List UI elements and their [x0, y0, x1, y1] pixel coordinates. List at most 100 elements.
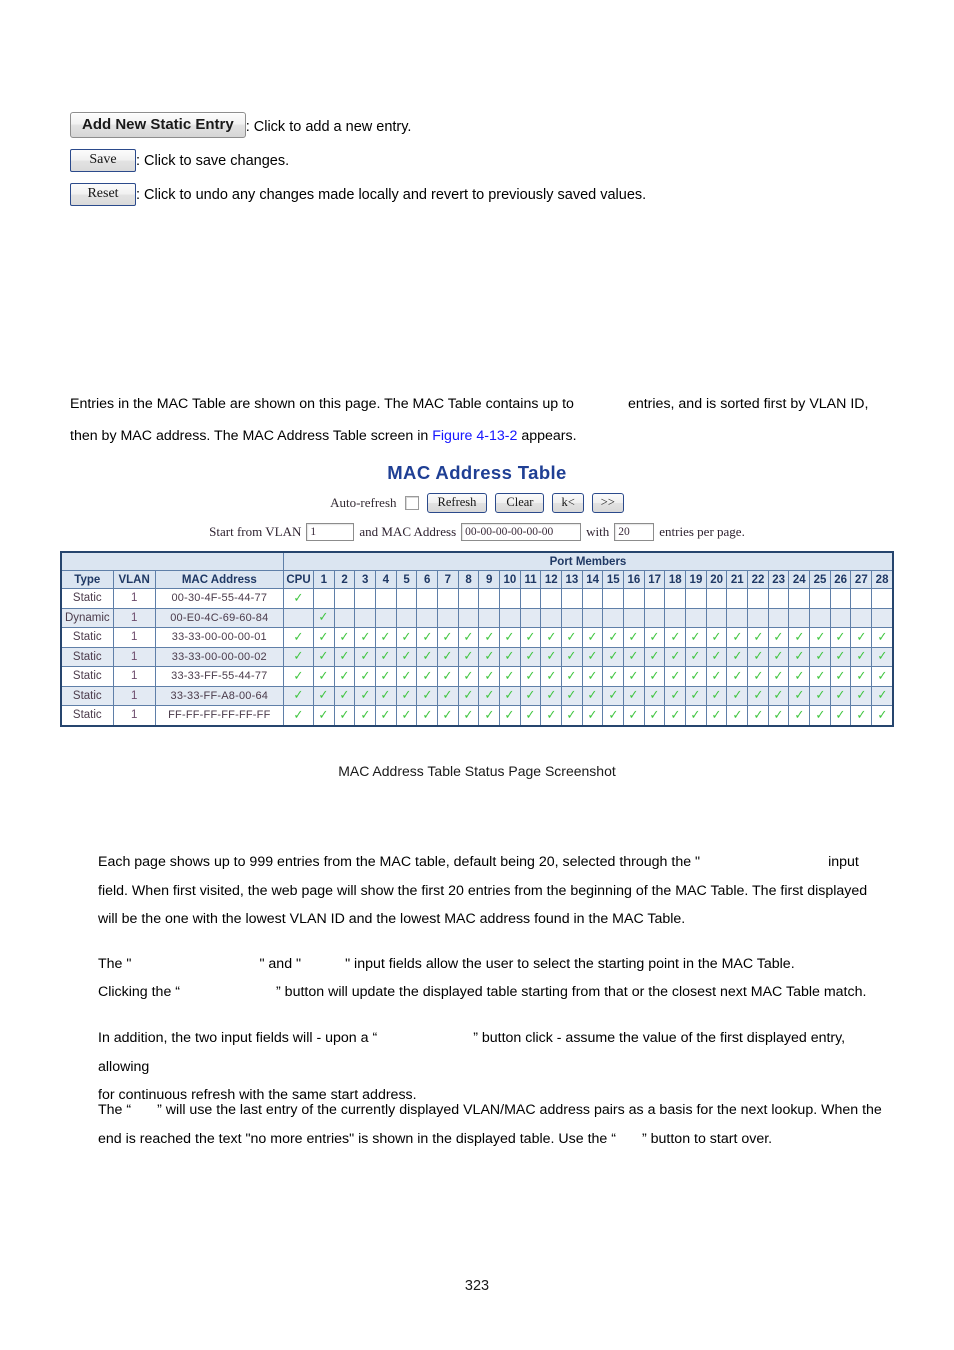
check-icon: ✓ [463, 707, 474, 723]
cell-port-23 [767, 607, 790, 628]
cell-mac-address: 00-30-4F-55-44-77 [154, 588, 284, 609]
check-icon: ✓ [339, 629, 350, 645]
check-icon: ✓ [339, 668, 350, 684]
cell-port-26 [829, 588, 852, 609]
check-icon: ✓ [339, 707, 350, 723]
column-header-port-1: 1 [313, 570, 335, 589]
check-icon: ✓ [835, 668, 846, 684]
cell-port-cpu: ✓ [282, 627, 315, 648]
mac-table-body: Static 1 00-30-4F-55-44-77 ✓ Dynamic 1 00-E0-4… [60, 588, 894, 726]
refresh-button[interactable]: Refresh [426, 493, 488, 513]
cell-port-24: ✓ [788, 705, 811, 726]
column-header-mac-address: MAC Address [154, 570, 284, 589]
cell-port-25 [809, 588, 831, 609]
cell-port-5: ✓ [395, 705, 418, 726]
cell-port-8: ✓ [457, 685, 480, 706]
cell-port-20: ✓ [705, 685, 728, 706]
p-the-text3: " input fields allow the user to select … [345, 956, 795, 972]
cell-port-1 [313, 588, 335, 609]
cell-mac-address: 00-E0-4C-69-60-84 [154, 607, 284, 628]
check-icon: ✓ [293, 590, 304, 606]
check-icon: ✓ [753, 688, 763, 704]
check-icon: ✓ [670, 649, 681, 665]
entries-per-page-input[interactable]: 20 [614, 523, 655, 541]
check-icon: ✓ [566, 707, 577, 723]
column-header-port-13: 13 [561, 570, 583, 589]
cell-port-14: ✓ [581, 705, 604, 726]
start-mac-address-input[interactable]: 00-00-00-00-00-00 [461, 523, 582, 541]
paragraph-the-will-use: The “ ” will use the last entry of the cu… [98, 1096, 888, 1153]
check-icon: ✓ [525, 688, 536, 704]
check-icon: ✓ [318, 688, 329, 704]
check-icon: ✓ [463, 629, 474, 645]
p-click-text2: ” button will update the displayed table… [276, 984, 867, 1000]
cell-mac-address: 33-33-00-00-00-02 [154, 646, 284, 667]
cell-port-16 [623, 607, 645, 628]
check-icon: ✓ [504, 649, 515, 665]
cell-port-26: ✓ [829, 705, 852, 726]
table-row: Static 1 FF-FF-FF-FF-FF-FF ✓ ✓ ✓ ✓ ✓ ✓ ✓ ✓ ✓ ✓ ✓ ✓ ✓ ✓ ✓ ✓… [60, 705, 894, 726]
column-header-port-11: 11 [519, 570, 542, 589]
page-number: 323 [464, 1278, 490, 1294]
check-icon: ✓ [442, 649, 453, 665]
cell-port-13: ✓ [561, 627, 583, 648]
column-header-port-25: 25 [809, 570, 831, 589]
cell-vlan: 1 [112, 627, 156, 648]
table-row: Static 1 33-33-FF-A8-00-64 ✓ ✓ ✓ ✓ ✓ ✓ ✓ ✓ ✓ ✓ ✓ ✓ ✓ ✓ ✓ ✓… [60, 685, 894, 706]
check-icon: ✓ [380, 649, 391, 665]
cell-port-11: ✓ [519, 627, 542, 648]
add-new-static-entry-button[interactable]: Add New Static Entry [70, 112, 246, 138]
save-button[interactable]: Save [70, 149, 136, 172]
cell-port-2: ✓ [333, 646, 356, 667]
column-header-port-26: 26 [829, 570, 852, 589]
check-icon: ✓ [442, 688, 453, 704]
check-icon: ✓ [794, 649, 805, 665]
cell-port-27: ✓ [850, 627, 873, 648]
cell-port-9 [478, 607, 501, 628]
check-icon: ✓ [318, 707, 329, 723]
cell-port-23: ✓ [767, 685, 790, 706]
clear-button[interactable]: Clear [495, 493, 545, 513]
cell-port-4: ✓ [375, 666, 397, 687]
check-icon: ✓ [711, 629, 722, 645]
cell-port-1: ✓ [313, 607, 335, 628]
cell-port-1: ✓ [313, 705, 335, 726]
cell-port-9 [478, 588, 501, 609]
cell-port-cpu: ✓ [282, 685, 315, 706]
figure-reference-link[interactable]: Figure 4-13-2 [432, 428, 517, 444]
cell-port-15 [602, 588, 625, 609]
table-row: Static 1 00-30-4F-55-44-77 ✓ [60, 588, 894, 609]
cell-port-24 [788, 607, 811, 628]
cell-port-12: ✓ [540, 627, 563, 648]
auto-refresh-checkbox[interactable] [404, 496, 419, 510]
check-icon: ✓ [546, 668, 557, 684]
cell-port-5 [395, 607, 418, 628]
next-page-button[interactable]: >> [591, 493, 624, 513]
check-icon: ✓ [835, 688, 846, 704]
column-header-port-6: 6 [416, 570, 439, 589]
cell-port-25: ✓ [809, 627, 831, 648]
check-icon: ✓ [360, 629, 371, 645]
cell-port-9: ✓ [478, 666, 501, 687]
cell-port-12: ✓ [540, 685, 563, 706]
start-vlan-input[interactable]: 1 [306, 523, 355, 541]
cell-port-2 [333, 588, 356, 609]
check-icon: ✓ [401, 707, 412, 723]
cell-port-21: ✓ [726, 646, 749, 667]
p-each-text4: will be the one with the lowest VLAN ID … [98, 911, 686, 927]
cell-port-3 [354, 588, 377, 609]
check-icon: ✓ [732, 668, 743, 684]
column-header-port-9: 9 [478, 570, 501, 589]
check-icon: ✓ [691, 668, 701, 684]
column-header-type: Type [60, 570, 114, 589]
first-page-button[interactable]: k< [552, 493, 584, 513]
cell-port-7: ✓ [437, 627, 459, 648]
cell-port-16 [623, 588, 645, 609]
cell-port-12 [540, 588, 563, 609]
cell-port-22: ✓ [747, 705, 769, 726]
cell-port-17: ✓ [643, 666, 666, 687]
check-icon: ✓ [877, 629, 887, 645]
reset-button[interactable]: Reset [70, 183, 136, 206]
cell-port-3: ✓ [354, 627, 377, 648]
cell-port-21: ✓ [726, 705, 749, 726]
